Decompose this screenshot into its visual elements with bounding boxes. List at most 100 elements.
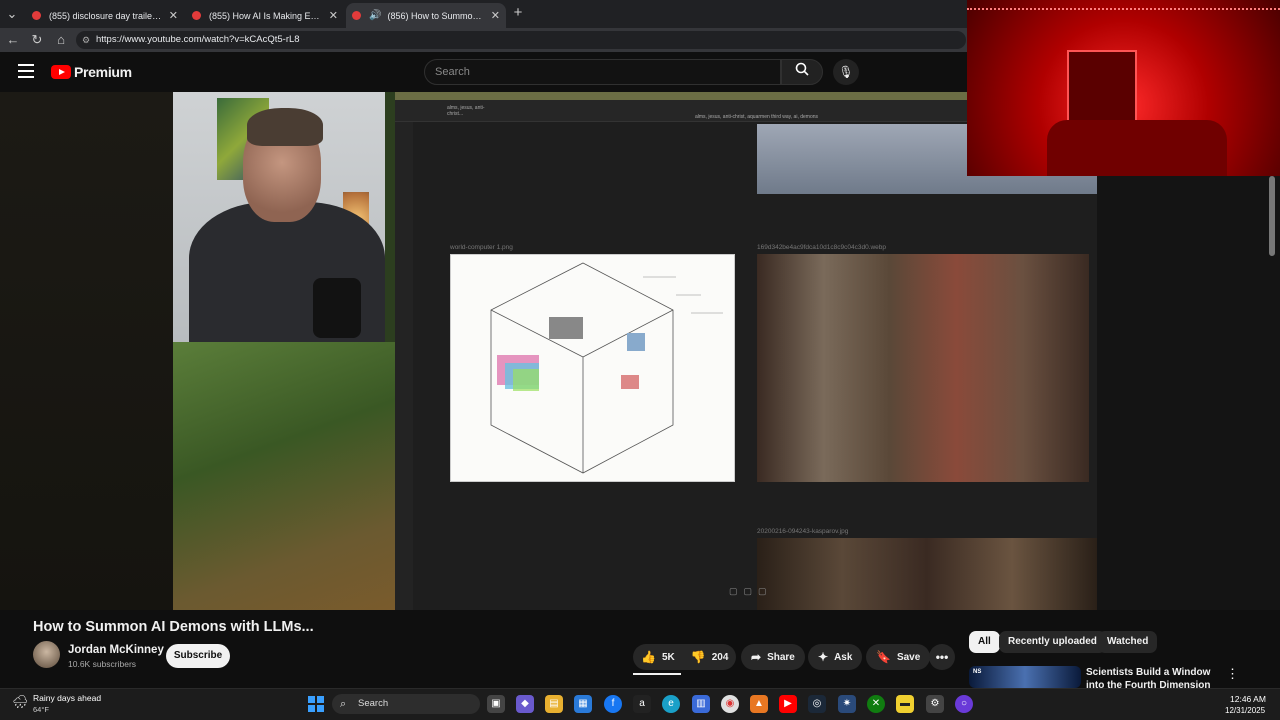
reload-icon[interactable]: ↻: [29, 32, 45, 48]
weather-description[interactable]: Rainy days ahead: [33, 693, 101, 703]
kasparov-photo: [757, 538, 1097, 610]
presenter-hair: [247, 108, 323, 146]
search-icon: [795, 62, 809, 76]
doorway: [1067, 50, 1137, 130]
file-explorer-icon[interactable]: ▤: [545, 695, 563, 713]
dislike-button[interactable]: 👎 204: [683, 644, 737, 670]
close-tab-icon[interactable]: ✕: [329, 9, 338, 22]
page-background-right: [1097, 176, 1280, 610]
channel-avatar[interactable]: [33, 641, 60, 668]
like-button[interactable]: 👍 5K: [633, 644, 683, 670]
vlc-icon[interactable]: ▲: [750, 695, 768, 713]
tab-list-chevron-icon[interactable]: ⌄: [4, 6, 20, 22]
new-tab-button[interactable]: +: [510, 5, 526, 21]
search-button[interactable]: [781, 59, 823, 85]
image-caption: 20200216-094243-kasparov.jpg: [757, 528, 849, 535]
browser-tab-2[interactable]: (855) How AI Is Making Everything ✕: [186, 3, 344, 28]
facebook-icon[interactable]: f: [604, 695, 622, 713]
back-arrow-icon[interactable]: ←: [5, 32, 21, 48]
amazon-icon[interactable]: a: [633, 695, 651, 713]
subscribe-button[interactable]: Subscribe: [166, 644, 230, 668]
screen-share: alms, jesus, anti-christ... alms, jesus,…: [395, 100, 1097, 610]
task-view-icon[interactable]: ▣: [487, 695, 505, 713]
like-count: 5K: [661, 651, 675, 663]
filter-chip-recently-uploaded[interactable]: Recently uploaded: [999, 631, 1106, 653]
ask-label: Ask: [834, 651, 853, 663]
image-caption: 169d342be4ac9fdca10d1c8c9c04c3d0.webp: [757, 244, 887, 251]
app-icon[interactable]: ✷: [838, 695, 856, 713]
weather-rain-icon[interactable]: 🌧: [12, 693, 30, 711]
windows-start-icon[interactable]: [308, 696, 324, 712]
youtube-favicon-icon: [192, 11, 201, 20]
world-computer-diagram: [450, 254, 735, 482]
filter-chip-all[interactable]: All: [969, 631, 1000, 653]
screen-share-path: alms, jesus, anti-christ, aquarmen third…: [695, 114, 819, 120]
scrollbar-thumb[interactable]: [1269, 176, 1275, 256]
share-button[interactable]: ➦ Share: [741, 644, 805, 670]
youtube-favicon-icon: [352, 11, 361, 20]
obs-icon[interactable]: ○: [955, 695, 973, 713]
chrome-icon[interactable]: ◉: [721, 695, 739, 713]
more-actions-button[interactable]: •••: [929, 644, 955, 670]
search-input[interactable]: Search: [424, 59, 781, 85]
xbox-icon[interactable]: ✕: [867, 695, 885, 713]
microphone: [313, 278, 361, 338]
page-scrollbar[interactable]: [1268, 176, 1276, 610]
copilot-icon[interactable]: ◆: [516, 695, 534, 713]
recommendation-thumbnail[interactable]: [969, 666, 1081, 688]
like-underline: [633, 673, 681, 675]
ask-button[interactable]: ✦ Ask: [808, 644, 863, 670]
youtube-play-logo-icon: [51, 65, 71, 79]
save-label: Save: [896, 651, 921, 663]
recommendation-title[interactable]: Scientists Build a Window into the Fourt…: [1086, 666, 1216, 688]
calculator-icon[interactable]: ▥: [692, 695, 710, 713]
browser-tab-3-active[interactable]: 🔊 (856) How to Summon AI Demons ✕: [346, 3, 506, 28]
youtube-app-icon[interactable]: ▶: [779, 695, 797, 713]
weather-temperature: 64°F: [33, 705, 49, 714]
home-icon[interactable]: ⌂: [53, 32, 69, 48]
clock-date[interactable]: 12/31/2025: [1225, 706, 1265, 715]
tab-title: (856) How to Summon AI Demons: [387, 10, 484, 21]
hamburger-menu-icon[interactable]: [18, 64, 34, 78]
sticky-notes-icon[interactable]: ▬: [896, 695, 914, 713]
url-text: https://www.youtube.com/watch?v=kCAcQt5-…: [96, 34, 300, 45]
bookmark-icon: 🔖: [876, 650, 891, 664]
subscriber-count: 10.6K subscribers: [68, 659, 137, 669]
clock-time[interactable]: 12:46 AM: [1230, 694, 1266, 704]
presenter-webcam: [173, 92, 385, 342]
share-label: Share: [767, 651, 795, 663]
video-forest-background: [173, 342, 395, 610]
video-player[interactable]: alms, jesus, anti-christ... alms, jesus,…: [173, 92, 1097, 610]
led-strip: [967, 0, 1280, 10]
close-tab-icon[interactable]: ✕: [491, 9, 500, 22]
settings-gear-icon[interactable]: ⚙: [926, 695, 944, 713]
like-dislike-group: 👍 5K 👎 204: [633, 644, 736, 670]
close-tab-icon[interactable]: ✕: [169, 9, 178, 22]
filter-chip-watched[interactable]: Watched: [1098, 631, 1158, 653]
image-caption: world-computer 1.png: [450, 244, 513, 251]
speaker-icon[interactable]: 🔊: [369, 10, 381, 21]
bed: [1047, 120, 1227, 176]
early-computer-photo: [757, 254, 1089, 482]
voice-search-mic-icon[interactable]: 🎙: [833, 59, 859, 85]
dislike-count: 204: [711, 651, 729, 663]
search-icon: ⌕: [340, 698, 347, 710]
taskbar-search[interactable]: ⌕ Search: [332, 694, 480, 714]
store-icon[interactable]: ▦: [574, 695, 592, 713]
tab-title: (855) disclosure day trailer - YouTube: [49, 10, 163, 21]
youtube-premium-logo[interactable]: Premium: [51, 64, 132, 80]
steam-icon[interactable]: ◎: [808, 695, 826, 713]
taskbar-search-label: Search: [358, 698, 389, 709]
channel-name[interactable]: Jordan McKinney: [68, 644, 164, 656]
site-info-icon[interactable]: ⚙: [82, 31, 90, 49]
screen-share-toolbar-icons: ▢▢▢: [729, 586, 773, 596]
address-bar[interactable]: ⚙ https://www.youtube.com/watch?v=kCAcQt…: [76, 31, 966, 49]
red-room-camera-overlay: [967, 0, 1280, 176]
edge-browser-icon[interactable]: e: [662, 695, 680, 713]
tab-title: (855) How AI Is Making Everything: [209, 10, 323, 21]
recommendation-menu-icon[interactable]: ⋮: [1226, 666, 1239, 682]
thumbs-up-icon: 👍: [641, 650, 656, 664]
youtube-favicon-icon: [32, 11, 41, 20]
save-button[interactable]: 🔖 Save: [866, 644, 931, 670]
browser-tab-1[interactable]: (855) disclosure day trailer - YouTube ✕: [26, 3, 184, 28]
